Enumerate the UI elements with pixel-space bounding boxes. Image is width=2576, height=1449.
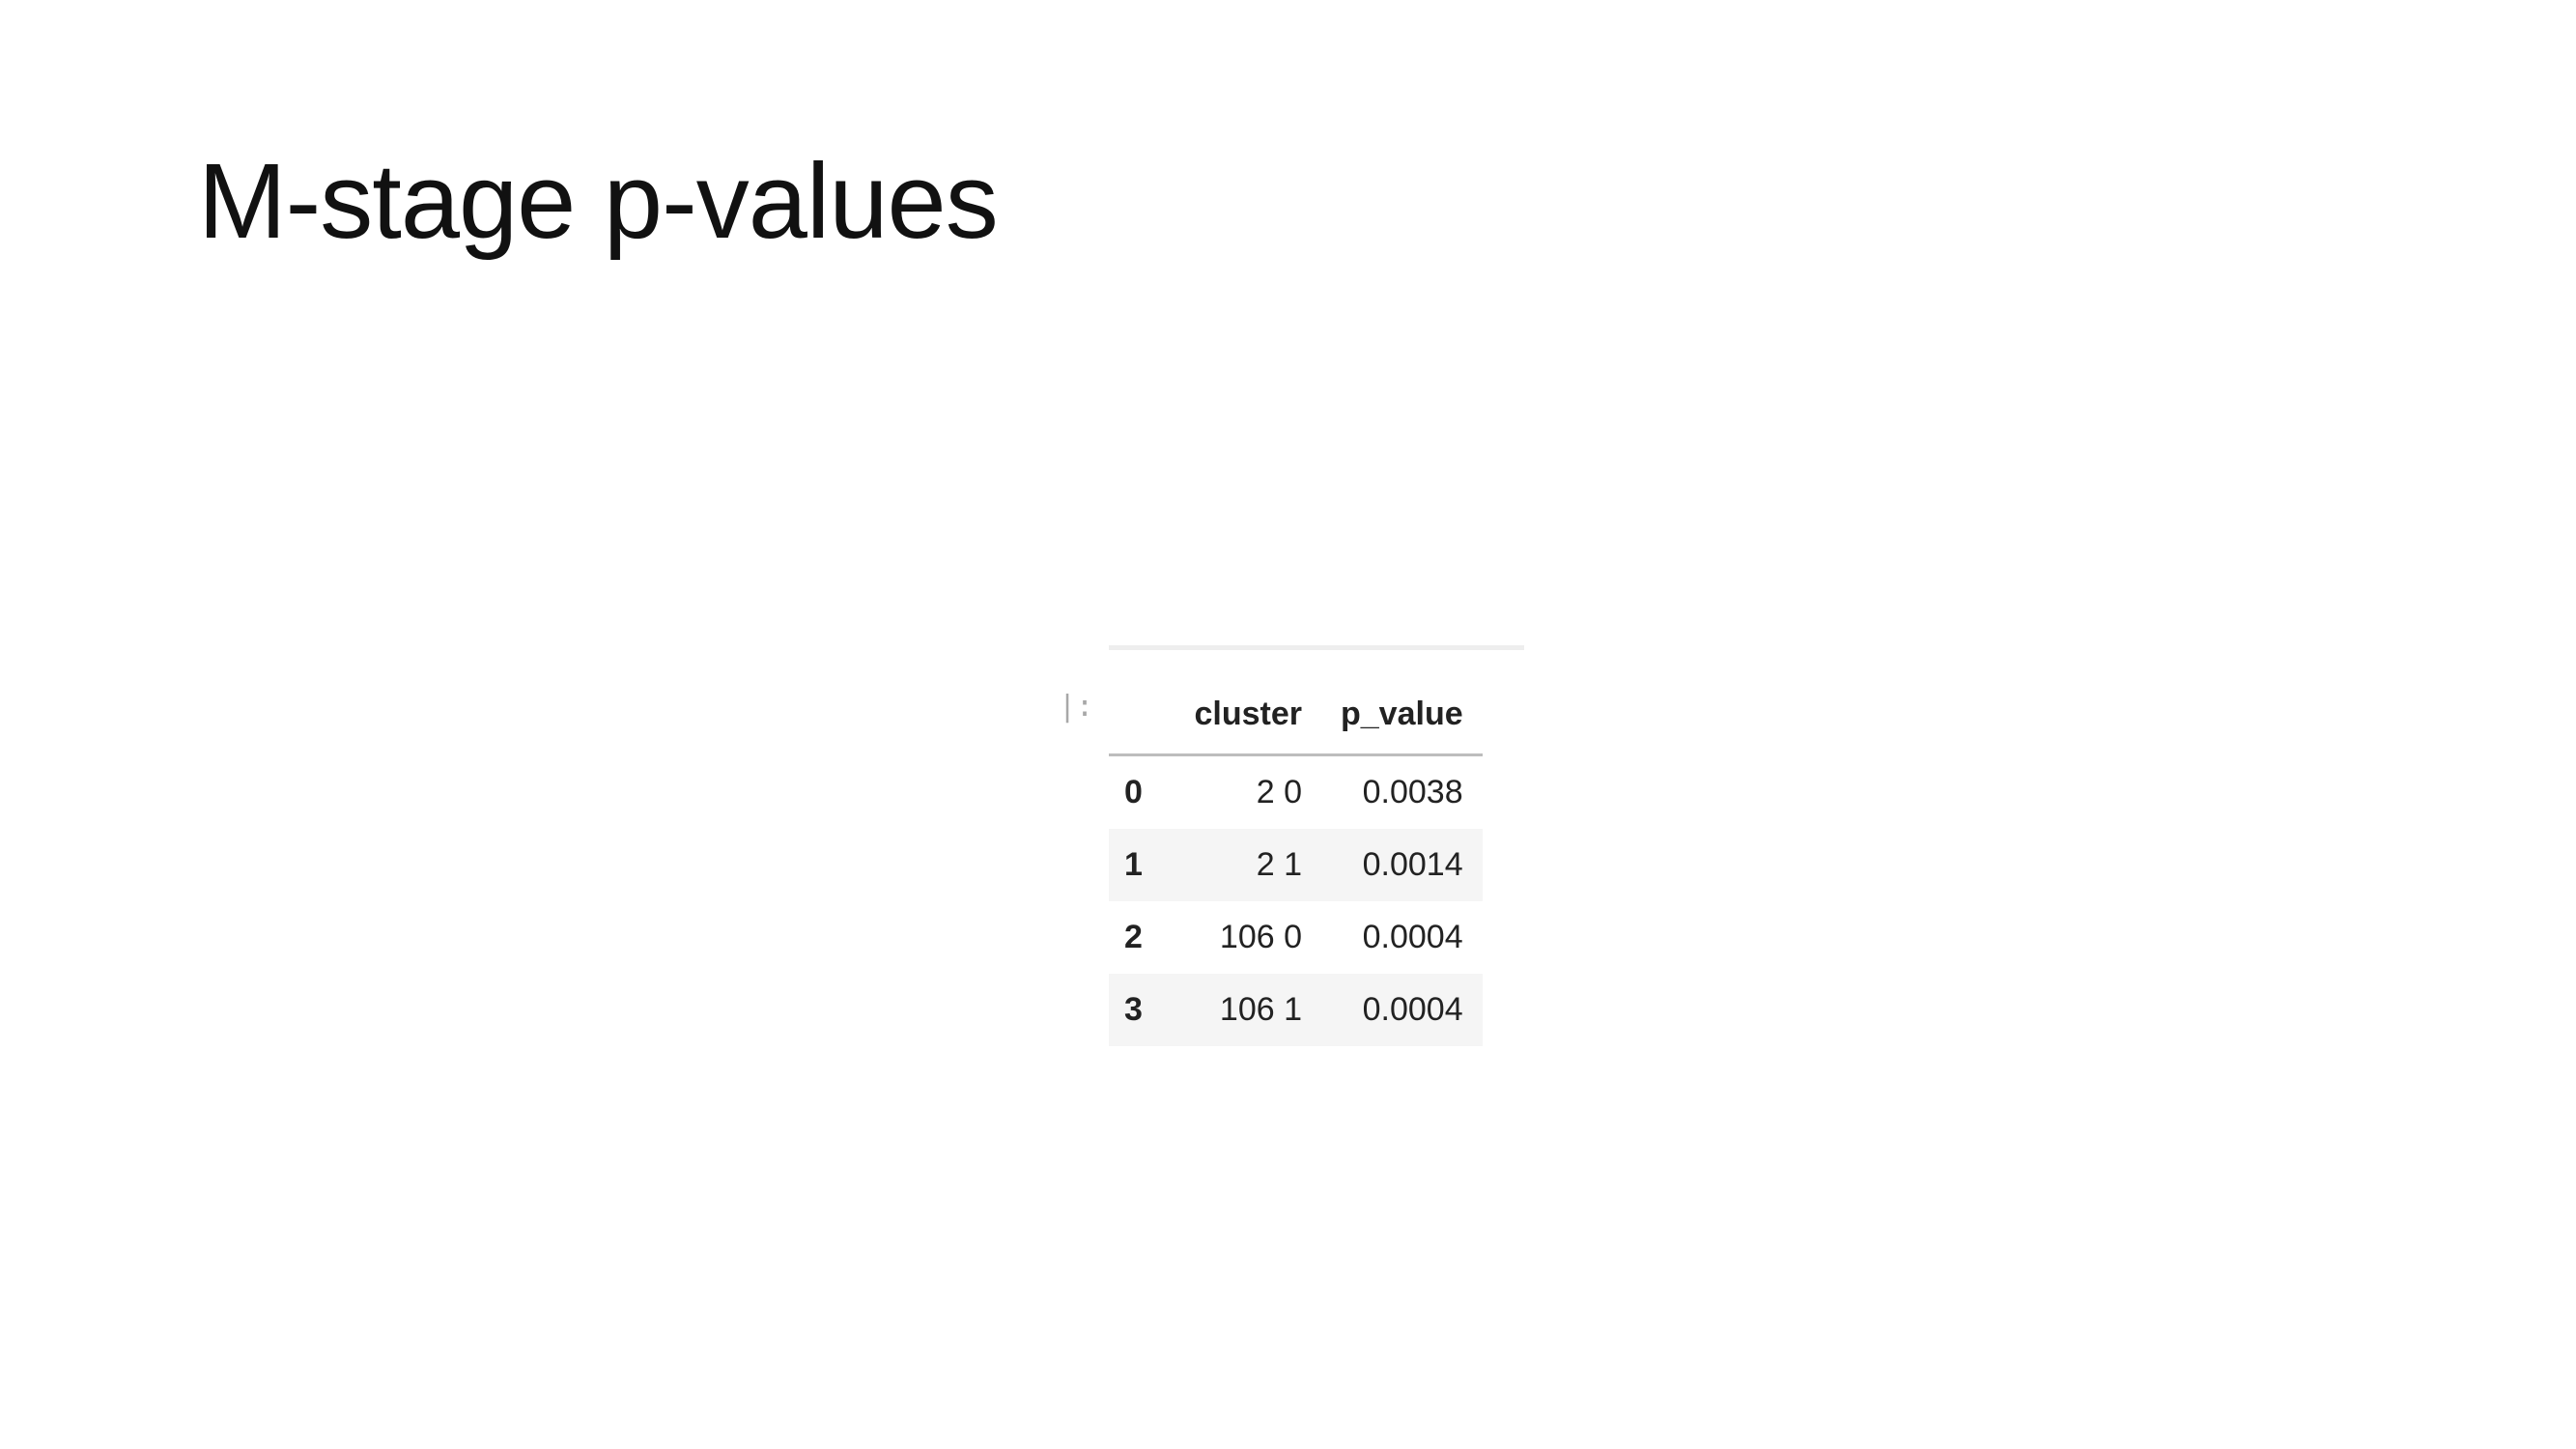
- p-value-cell: 0.0004: [1362, 991, 1463, 1028]
- p-value-cell: 0.0038: [1362, 774, 1463, 810]
- cluster-header: cluster: [1167, 674, 1321, 756]
- p-value-cell: 0.0014: [1362, 846, 1463, 883]
- cluster-cell: 106 1: [1219, 991, 1302, 1028]
- table-row: 1 2 1 0.0014: [1109, 829, 1483, 901]
- table-row: 2 106 0 0.0004: [1109, 901, 1483, 974]
- cluster-cell: 106 0: [1219, 919, 1302, 955]
- cell-prompt: |:: [1059, 690, 1094, 724]
- row-index: 0: [1124, 774, 1143, 810]
- p-value-header: p_value: [1321, 674, 1483, 756]
- cluster-cell: 2 1: [1256, 846, 1302, 883]
- p-value-cell: 0.0004: [1362, 919, 1463, 955]
- row-index: 1: [1124, 846, 1143, 883]
- cluster-cell: 2 0: [1256, 774, 1302, 810]
- p-value-table: cluster p_value 0 2 0 0.0038 1 2 1 0.001…: [1109, 674, 1483, 1046]
- dataframe-output: |: cluster p_value 0 2 0 0.0038 1 2 1 0.…: [1059, 645, 1524, 1046]
- output-divider: [1109, 645, 1524, 650]
- row-index: 2: [1124, 919, 1143, 955]
- slide: M-stage p-values |: cluster p_value 0 2 …: [0, 0, 2576, 1449]
- table-header-row: cluster p_value: [1109, 674, 1483, 756]
- table-row: 0 2 0 0.0038: [1109, 754, 1483, 829]
- slide-title: M-stage p-values: [198, 142, 999, 261]
- index-header: [1109, 674, 1167, 756]
- row-index: 3: [1124, 991, 1143, 1028]
- table-row: 3 106 1 0.0004: [1109, 974, 1483, 1046]
